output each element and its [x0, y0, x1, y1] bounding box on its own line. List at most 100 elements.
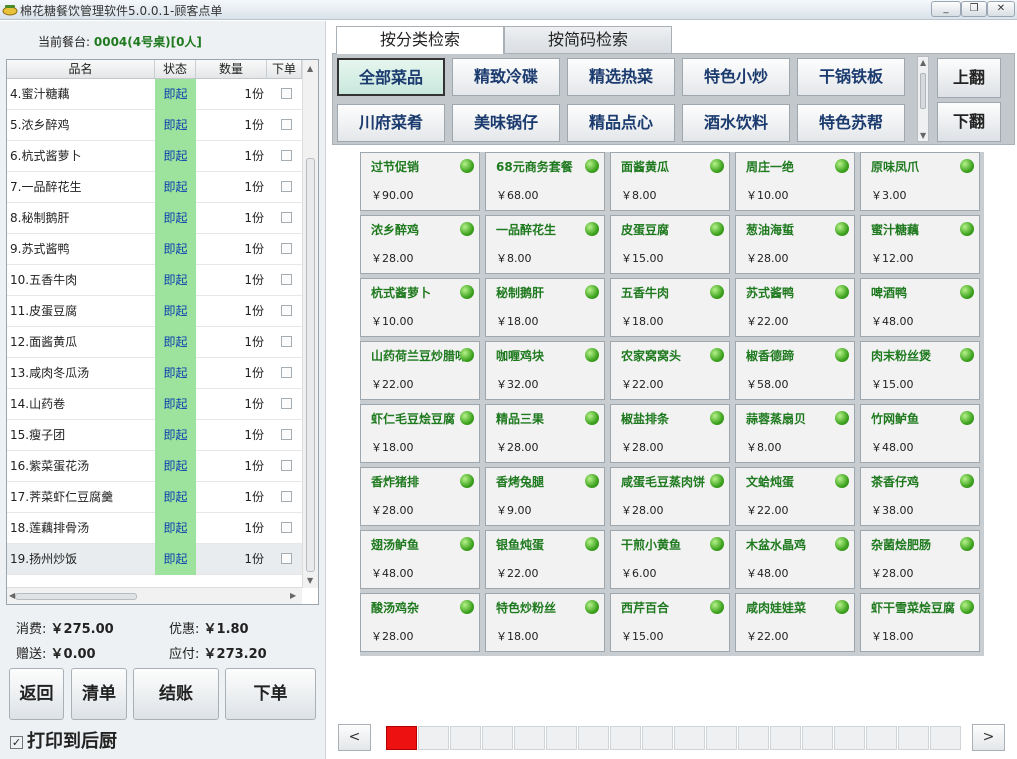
back-button[interactable]: 返回 [9, 668, 64, 720]
order-item-status[interactable]: 即起 [155, 203, 196, 234]
dish-tile[interactable]: 咖喱鸡块 ￥32.00 [485, 341, 605, 400]
order-item-checkbox[interactable] [281, 522, 292, 533]
dish-tile[interactable]: 农家窝窝头 ￥22.00 [610, 341, 730, 400]
dish-tile[interactable]: 面酱黄瓜 ￥8.00 [610, 152, 730, 211]
dish-tile[interactable]: 翅汤鲈鱼 ￥48.00 [360, 530, 480, 589]
page-box[interactable] [546, 726, 577, 750]
dish-tile[interactable]: 杭式酱萝卜 ￥10.00 [360, 278, 480, 337]
next-page-button[interactable]: > [972, 724, 1005, 751]
category-button[interactable]: 特色苏帮 [797, 104, 905, 142]
dish-tile[interactable]: 西芹百合 ￥15.00 [610, 593, 730, 652]
order-row[interactable]: 13.咸肉冬瓜汤 即起 1份 [7, 358, 302, 389]
page-up-button[interactable]: 上翻 [937, 58, 1001, 98]
checkout-button[interactable]: 结账 [133, 668, 219, 720]
page-box[interactable] [738, 726, 769, 750]
category-button[interactable]: 精致冷碟 [452, 58, 560, 96]
order-row[interactable]: 17.荠菜虾仁豆腐羹 即起 1份 [7, 482, 302, 513]
order-item-status[interactable]: 即起 [155, 358, 196, 389]
restore-button[interactable]: ❐ [961, 1, 987, 17]
page-down-button[interactable]: 下翻 [937, 102, 1001, 142]
category-button[interactable]: 干锅铁板 [797, 58, 905, 96]
order-item-checkbox[interactable] [281, 398, 292, 409]
order-item-status[interactable]: 即起 [155, 296, 196, 327]
page-box[interactable] [802, 726, 833, 750]
order-item-checkbox[interactable] [281, 274, 292, 285]
category-button[interactable]: 精选热菜 [567, 58, 675, 96]
order-row[interactable]: 19.扬州炒饭 即起 1份 [7, 544, 302, 575]
page-box[interactable] [866, 726, 897, 750]
order-row[interactable]: 8.秘制鹅肝 即起 1份 [7, 203, 302, 234]
dish-tile[interactable]: 银鱼炖蛋 ￥22.00 [485, 530, 605, 589]
tab-code-search[interactable]: 按简码检索 [504, 26, 672, 53]
order-row[interactable]: 9.苏式酱鸭 即起 1份 [7, 234, 302, 265]
dish-tile[interactable]: 苏式酱鸭 ￥22.00 [735, 278, 855, 337]
category-scroll-up-icon[interactable]: ▲ [920, 58, 926, 67]
dish-tile[interactable]: 茶香仔鸡 ￥38.00 [860, 467, 980, 526]
order-item-checkbox[interactable] [281, 243, 292, 254]
dish-tile[interactable]: 蜜汁糖藕 ￥12.00 [860, 215, 980, 274]
dish-tile[interactable]: 葱油海蜇 ￥28.00 [735, 215, 855, 274]
dish-tile[interactable]: 木盆水晶鸡 ￥48.00 [735, 530, 855, 589]
order-row[interactable]: 7.一品醉花生 即起 1份 [7, 172, 302, 203]
order-item-status[interactable]: 即起 [155, 389, 196, 420]
page-box[interactable] [482, 726, 513, 750]
order-row[interactable]: 11.皮蛋豆腐 即起 1份 [7, 296, 302, 327]
order-row[interactable]: 18.莲藕排骨汤 即起 1份 [7, 513, 302, 544]
clear-order-button[interactable]: 清单 [71, 668, 127, 720]
column-submit-header[interactable]: 下单 [267, 60, 302, 78]
vscroll-thumb[interactable] [306, 158, 315, 572]
dish-tile[interactable]: 酸汤鸡杂 ￥28.00 [360, 593, 480, 652]
order-item-status[interactable]: 即起 [155, 234, 196, 265]
dish-tile[interactable]: 肉末粉丝煲 ￥15.00 [860, 341, 980, 400]
category-button[interactable]: 川府菜肴 [337, 104, 445, 142]
order-item-checkbox[interactable] [281, 88, 292, 99]
order-item-checkbox[interactable] [281, 212, 292, 223]
page-box[interactable] [514, 726, 545, 750]
order-item-checkbox[interactable] [281, 119, 292, 130]
order-row[interactable]: 10.五香牛肉 即起 1份 [7, 265, 302, 296]
category-button[interactable]: 全部菜品 [337, 58, 445, 96]
category-button[interactable]: 精品点心 [567, 104, 675, 142]
column-name-header[interactable]: 品名 [7, 60, 155, 78]
dish-tile[interactable]: 皮蛋豆腐 ￥15.00 [610, 215, 730, 274]
page-box[interactable] [770, 726, 801, 750]
dish-tile[interactable]: 特色炒粉丝 ￥18.00 [485, 593, 605, 652]
order-item-status[interactable]: 即起 [155, 110, 196, 141]
page-box[interactable] [386, 726, 417, 750]
dish-tile[interactable]: 文蛤炖蛋 ￥22.00 [735, 467, 855, 526]
dish-tile[interactable]: 原味凤爪 ￥3.00 [860, 152, 980, 211]
dish-tile[interactable]: 虾干雪菜烩豆腐 ￥18.00 [860, 593, 980, 652]
dish-tile[interactable]: 精品三果 ￥28.00 [485, 404, 605, 463]
hscroll-thumb[interactable] [15, 593, 137, 600]
dish-tile[interactable]: 周庄一绝 ￥10.00 [735, 152, 855, 211]
dish-tile[interactable]: 啤酒鸭 ￥48.00 [860, 278, 980, 337]
order-item-status[interactable]: 即起 [155, 451, 196, 482]
order-row[interactable]: 15.瘦子团 即起 1份 [7, 420, 302, 451]
order-item-checkbox[interactable] [281, 336, 292, 347]
order-item-status[interactable]: 即起 [155, 172, 196, 203]
prev-page-button[interactable]: < [338, 724, 371, 751]
order-item-checkbox[interactable] [281, 460, 292, 471]
page-box[interactable] [930, 726, 961, 750]
dish-tile[interactable]: 香烤兔腿 ￥9.00 [485, 467, 605, 526]
order-item-status[interactable]: 即起 [155, 482, 196, 513]
order-item-status[interactable]: 即起 [155, 79, 196, 110]
close-button[interactable]: ✕ [987, 1, 1015, 17]
dish-tile[interactable]: 过节促销 ￥90.00 [360, 152, 480, 211]
dish-tile[interactable]: 山药荷兰豆炒腊味 ￥22.00 [360, 341, 480, 400]
page-box[interactable] [674, 726, 705, 750]
dish-tile[interactable]: 秘制鹅肝 ￥18.00 [485, 278, 605, 337]
dish-tile[interactable]: 椒香德蹄 ￥58.00 [735, 341, 855, 400]
page-box[interactable] [706, 726, 737, 750]
category-scroll-down-icon[interactable]: ▼ [920, 131, 926, 140]
minimize-button[interactable]: _ [931, 1, 961, 17]
dish-tile[interactable]: 竹网鲈鱼 ￥48.00 [860, 404, 980, 463]
category-scrollbar[interactable]: ▲ ▼ [917, 56, 929, 142]
order-item-checkbox[interactable] [281, 429, 292, 440]
page-box[interactable] [898, 726, 929, 750]
order-item-checkbox[interactable] [281, 150, 292, 161]
dish-tile[interactable]: 香炸猪排 ￥28.00 [360, 467, 480, 526]
category-scroll-thumb[interactable] [920, 73, 926, 109]
order-row[interactable]: 16.紫菜蛋花汤 即起 1份 [7, 451, 302, 482]
dish-tile[interactable]: 蒜蓉蒸扇贝 ￥8.00 [735, 404, 855, 463]
